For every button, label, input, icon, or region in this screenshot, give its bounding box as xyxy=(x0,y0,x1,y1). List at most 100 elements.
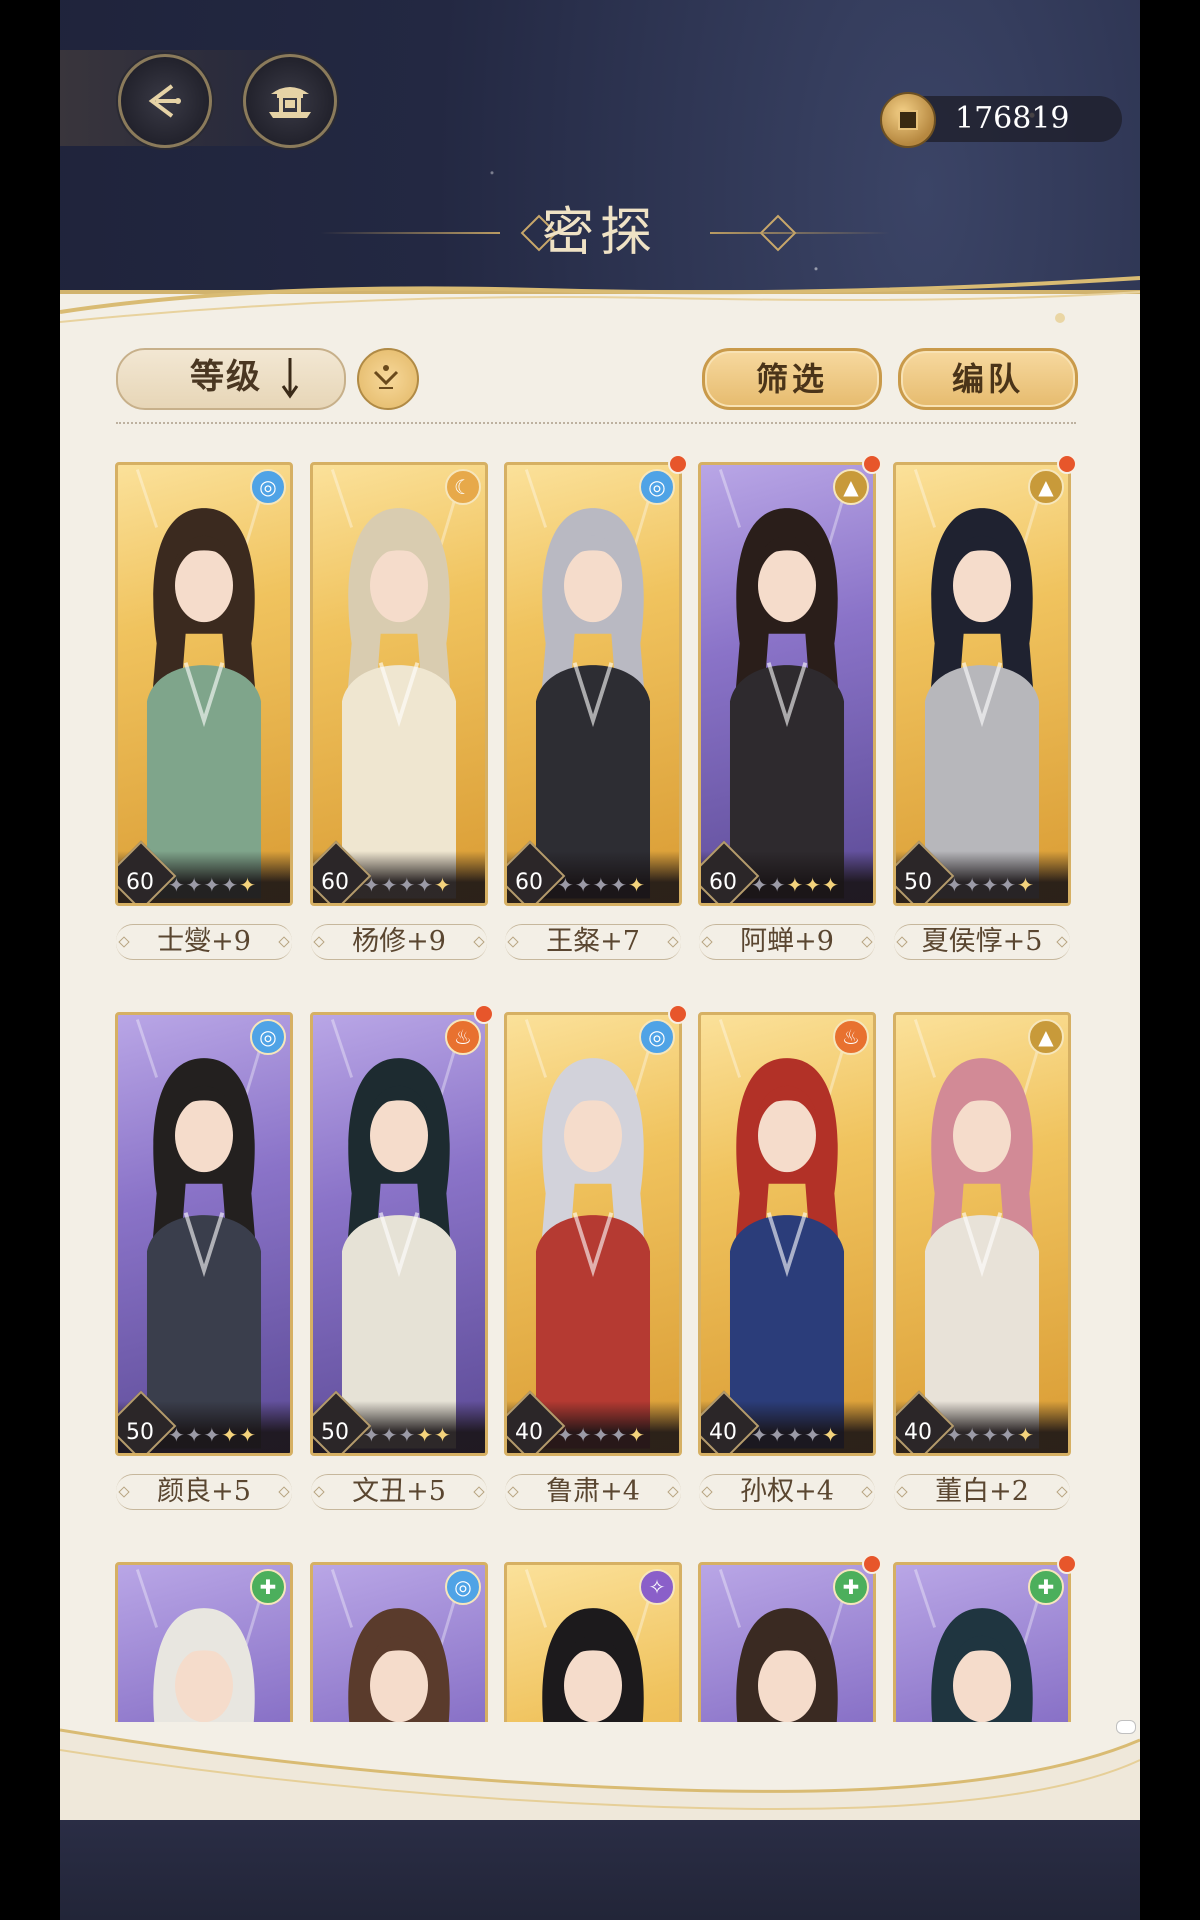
home-button[interactable] xyxy=(243,54,337,148)
star-icon: ✦ xyxy=(628,873,645,897)
character-name: 鲁肃+4 xyxy=(505,1474,681,1510)
arrow-down-icon xyxy=(281,358,299,399)
level-value: 40 xyxy=(904,1420,932,1445)
character-card[interactable]: 60 ✦ ✦ ✦ ✦ ✦ ◎ xyxy=(115,462,293,906)
star-icon: ✦ xyxy=(610,1423,628,1447)
star-icon: ✦ xyxy=(363,873,380,897)
star-rating: ✦ ✦ ✦ ✦ ✦ xyxy=(363,1423,485,1447)
star-icon: ✦ xyxy=(981,873,999,897)
star-rating: ✦ ✦ ✦ ✦ ✦ xyxy=(557,1423,679,1447)
star-rating: ✦ ✦ ✦ ✦ ✦ xyxy=(751,873,873,897)
star-icon: ✦ xyxy=(168,873,185,897)
character-card[interactable]: 50 ✦ ✦ ✦ ✦ ✦ ♨ xyxy=(310,1012,488,1456)
character-portrait xyxy=(718,1019,848,1449)
star-icon: ✦ xyxy=(981,1423,999,1447)
character-card[interactable]: 40 ✦ ✦ ✦ ✦ ✦ ♨ xyxy=(698,1012,876,1456)
level-value: 50 xyxy=(904,870,932,895)
star-icon: ✦ xyxy=(786,1423,804,1447)
character-grid: 60 ✦ ✦ ✦ ✦ ✦ ◎ 士燮+9 60 ✦ ✦ ✦ ✦ ✦ ☾ 杨修+9 60 ✦ ✦ ✦ ✦ ✦ ◎ 王粲+7 60 ✦ ✦… xyxy=(60,440,1140,1722)
character-card[interactable]: 50 ✦ ✦ ✦ ✦ ✦ ◎ xyxy=(115,1012,293,1456)
panel-top-ornament xyxy=(60,276,1140,323)
character-card[interactable]: 40 ✦ ✦ ✦ ✦ ✦ ◎ xyxy=(504,1012,682,1456)
character-name: 夏侯惇+5 xyxy=(894,924,1070,960)
character-portrait xyxy=(718,469,848,899)
character-name: 杨修+9 xyxy=(311,924,487,960)
fire-element-icon: ♨ xyxy=(445,1019,481,1055)
water-element-icon: ◎ xyxy=(639,1019,675,1055)
add-currency-button[interactable]: + xyxy=(1135,98,1140,138)
copper-coin-icon xyxy=(880,92,936,148)
scrollbar-thumb[interactable] xyxy=(1116,1720,1136,1734)
level-value: 60 xyxy=(515,870,543,895)
star-icon: ✦ xyxy=(434,1423,451,1447)
water-element-icon: ◎ xyxy=(250,1019,286,1055)
back-arrow-icon xyxy=(148,84,181,118)
level-value: 50 xyxy=(126,1420,154,1445)
star-icon: ✦ xyxy=(380,1423,398,1447)
level-value: 60 xyxy=(321,870,349,895)
filter-button[interactable]: 筛选 xyxy=(702,348,882,410)
star-icon: ✦ xyxy=(416,873,434,897)
star-icon: ✦ xyxy=(946,1423,963,1447)
notification-dot xyxy=(1057,1554,1077,1574)
character-name: 文丑+5 xyxy=(311,1474,487,1510)
character-card[interactable]: 60 ✦ ✦ ✦ ✦ ✦ ☾ xyxy=(310,462,488,906)
wood-element-icon: ✚ xyxy=(833,1569,869,1605)
star-icon: ✦ xyxy=(592,1423,610,1447)
character-name: 董白+2 xyxy=(894,1474,1070,1510)
level-value: 60 xyxy=(709,870,737,895)
character-card[interactable]: ✚ xyxy=(893,1562,1071,1722)
notification-dot xyxy=(474,1004,494,1024)
star-icon: ✦ xyxy=(592,873,610,897)
star-rating: ✦ ✦ ✦ ✦ ✦ xyxy=(557,873,679,897)
fire-element-icon: ♨ xyxy=(833,1019,869,1055)
star-icon: ✦ xyxy=(946,873,963,897)
character-card[interactable]: 50 ✦ ✦ ✦ ✦ ✦ ▲ xyxy=(893,462,1071,906)
star-icon: ✦ xyxy=(751,1423,768,1447)
character-card[interactable]: ◎ xyxy=(310,1562,488,1722)
star-icon: ✦ xyxy=(557,1423,574,1447)
character-card[interactable]: 40 ✦ ✦ ✦ ✦ ✦ ▲ xyxy=(893,1012,1071,1456)
star-icon: ✦ xyxy=(1017,1423,1034,1447)
character-card[interactable]: ✚ xyxy=(698,1562,876,1722)
character-portrait xyxy=(135,469,265,899)
star-rating: ✦ ✦ ✦ ✦ ✦ xyxy=(946,873,1068,897)
bottom-backdrop xyxy=(60,1820,1140,1920)
pavilion-icon xyxy=(269,87,311,118)
water-element-icon: ◎ xyxy=(250,469,286,505)
level-value: 50 xyxy=(321,1420,349,1445)
toolbar-divider xyxy=(116,422,1076,424)
wood-element-icon: ✚ xyxy=(250,1569,286,1605)
star-icon: ✦ xyxy=(185,873,203,897)
sort-order-button[interactable] xyxy=(357,348,419,410)
star-icon: ✦ xyxy=(963,873,981,897)
star-icon: ✦ xyxy=(239,1423,256,1447)
star-icon: ✦ xyxy=(1017,873,1034,897)
star-icon: ✦ xyxy=(610,873,628,897)
notification-dot xyxy=(668,454,688,474)
notification-dot xyxy=(668,1004,688,1024)
character-card[interactable]: 60 ✦ ✦ ✦ ✦ ✦ ◎ xyxy=(504,462,682,906)
notification-dot xyxy=(862,1554,882,1574)
character-portrait xyxy=(913,1019,1043,1449)
character-name: 士燮+9 xyxy=(116,924,292,960)
back-button[interactable] xyxy=(118,54,212,148)
team-formation-button[interactable]: 编队 xyxy=(898,348,1078,410)
level-value: 60 xyxy=(126,870,154,895)
character-card[interactable]: ✧ xyxy=(504,1562,682,1722)
star-icon: ✦ xyxy=(574,1423,592,1447)
star-icon: ✦ xyxy=(416,1423,434,1447)
sort-level-label: 等级 xyxy=(190,357,262,397)
water-element-icon: ◎ xyxy=(639,469,675,505)
page-title: 密探 xyxy=(541,203,658,263)
character-card[interactable]: ✚ xyxy=(115,1562,293,1722)
character-card[interactable]: 60 ✦ ✦ ✦ ✦ ✦ ▲ xyxy=(698,462,876,906)
star-icon: ✦ xyxy=(768,1423,786,1447)
star-icon: ✦ xyxy=(768,873,786,897)
character-portrait xyxy=(135,1019,265,1449)
star-icon: ✦ xyxy=(221,873,239,897)
earth-element-icon: ▲ xyxy=(833,469,869,505)
star-icon: ✦ xyxy=(999,1423,1017,1447)
wood-element-icon: ✚ xyxy=(1028,1569,1064,1605)
character-portrait xyxy=(330,1019,460,1449)
